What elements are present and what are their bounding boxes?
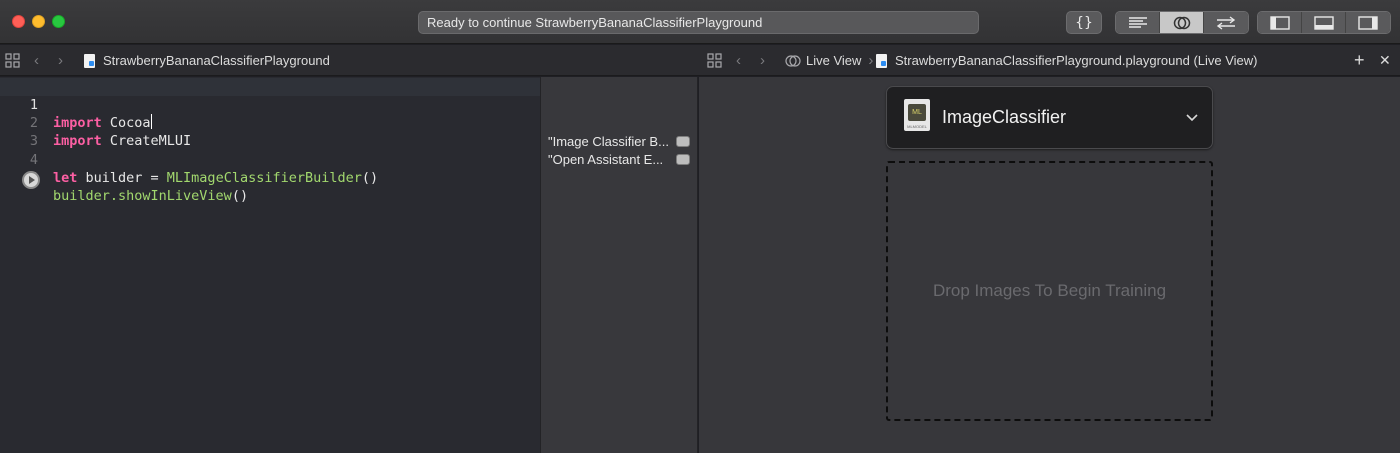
live-view-panel: ML MLMODEL ImageClassifier Drop Images T… [699,77,1400,453]
editor-mode-control [1115,11,1249,34]
close-assistant-button[interactable]: ✕ [1379,45,1391,76]
assistant-editor-icon [1173,16,1190,29]
code-line[interactable]: 3 [0,114,540,149]
chevron-left-icon: ‹ [34,52,39,69]
quick-look-icon[interactable] [676,154,690,165]
assistant-icon [785,54,801,67]
plus-icon: + [1354,50,1365,70]
inspector-toggle-button[interactable] [1346,12,1390,33]
result-value: "Image Classifier B... [548,134,669,149]
assistant-related-items-button[interactable] [707,45,722,76]
close-window-button[interactable] [12,15,25,28]
model-type-popup[interactable]: ML MLMODEL ImageClassifier [886,86,1213,149]
mlmodel-caption: MLMODEL [907,124,927,129]
panel-visibility-control [1257,11,1391,34]
navigate-forward-button[interactable]: › [58,45,63,76]
mlmodel-badge: ML [908,104,926,121]
playground-file-icon [876,53,887,68]
result-row: "Open Assistant E... [548,151,696,169]
chevron-right-icon: › [868,52,874,69]
quick-look-icon[interactable] [676,136,690,147]
chevron-down-icon [1186,114,1198,122]
source-editor[interactable]: 1 import Cocoa 2 import CreateMLUI 3 4 l… [0,77,540,453]
run-playground-button[interactable] [22,171,40,189]
zoom-window-button[interactable] [52,15,65,28]
result-value: "Open Assistant E... [548,152,664,167]
code-snippet-library-button[interactable]: {} [1066,11,1102,34]
function-token: builder.showInLiveView [53,188,232,204]
live-view-breadcrumb[interactable]: Live View › [785,45,879,76]
minimize-window-button[interactable] [32,15,45,28]
version-editor-button[interactable] [1204,12,1248,33]
grid-icon [5,53,20,68]
braces-icon: {} [1075,14,1093,31]
standard-editor-icon [1128,16,1147,28]
model-type-label: ImageClassifier [942,107,1067,127]
chevron-left-icon: ‹ [736,52,741,69]
file-breadcrumb[interactable]: StrawberryBananaClassifierPlayground [84,45,330,76]
file-breadcrumb-label: StrawberryBananaClassifierPlayground [103,53,330,68]
window-titlebar: Ready to continue StrawberryBananaClassi… [0,0,1400,44]
assistant-editor-button[interactable] [1160,12,1204,33]
code-line[interactable]: 5 builder.showInLiveView() [0,151,540,204]
live-view-breadcrumb-label: Live View [806,53,862,68]
image-drop-zone[interactable]: Drop Images To Begin Training [886,161,1213,421]
results-sidebar: "Image Classifier B... "Open Assistant E… [540,77,698,453]
playground-file-icon [84,53,95,68]
mlmodel-file-icon: ML MLMODEL [904,99,930,131]
add-editor-button[interactable]: + [1354,45,1365,76]
jump-bar: ‹ › StrawberryBananaClassifierPlayground… [0,45,1400,76]
function-token: MLImageClassifierBuilder [166,170,362,186]
related-items-button[interactable] [5,45,20,76]
result-row: "Image Classifier B... [548,133,696,151]
navigate-back-button[interactable]: ‹ [34,45,39,76]
activity-status-bar: Ready to continue StrawberryBananaClassi… [418,11,979,34]
assistant-back-button[interactable]: ‹ [736,45,741,76]
close-icon: ✕ [1379,52,1391,68]
code-line[interactable]: 1 import Cocoa [0,78,540,131]
assistant-forward-button[interactable]: › [760,45,765,76]
code-line[interactable]: 4 let builder = MLImageClassifierBuilder… [0,133,540,186]
code-text: builder = [77,170,167,186]
chevron-right-icon: › [760,52,765,69]
debug-panel-icon [1313,15,1334,30]
code-line[interactable]: 2 import CreateMLUI [0,96,540,149]
debug-area-toggle-button[interactable] [1302,12,1346,33]
navigator-toggle-button[interactable] [1258,12,1302,33]
code-text: () [231,188,249,204]
standard-editor-button[interactable] [1116,12,1160,33]
live-view-file-breadcrumb[interactable]: StrawberryBananaClassifierPlayground.pla… [876,45,1258,76]
version-editor-icon [1216,15,1236,30]
navigator-panel-icon [1269,15,1290,30]
drop-zone-prompt: Drop Images To Begin Training [932,281,1167,300]
grid-icon [707,53,722,68]
keyword-token: let [53,170,78,186]
chevron-right-icon: › [58,52,63,69]
inspector-panel-icon [1358,15,1378,30]
live-view-file-label: StrawberryBananaClassifierPlayground.pla… [895,53,1258,68]
code-text: () [361,170,379,186]
